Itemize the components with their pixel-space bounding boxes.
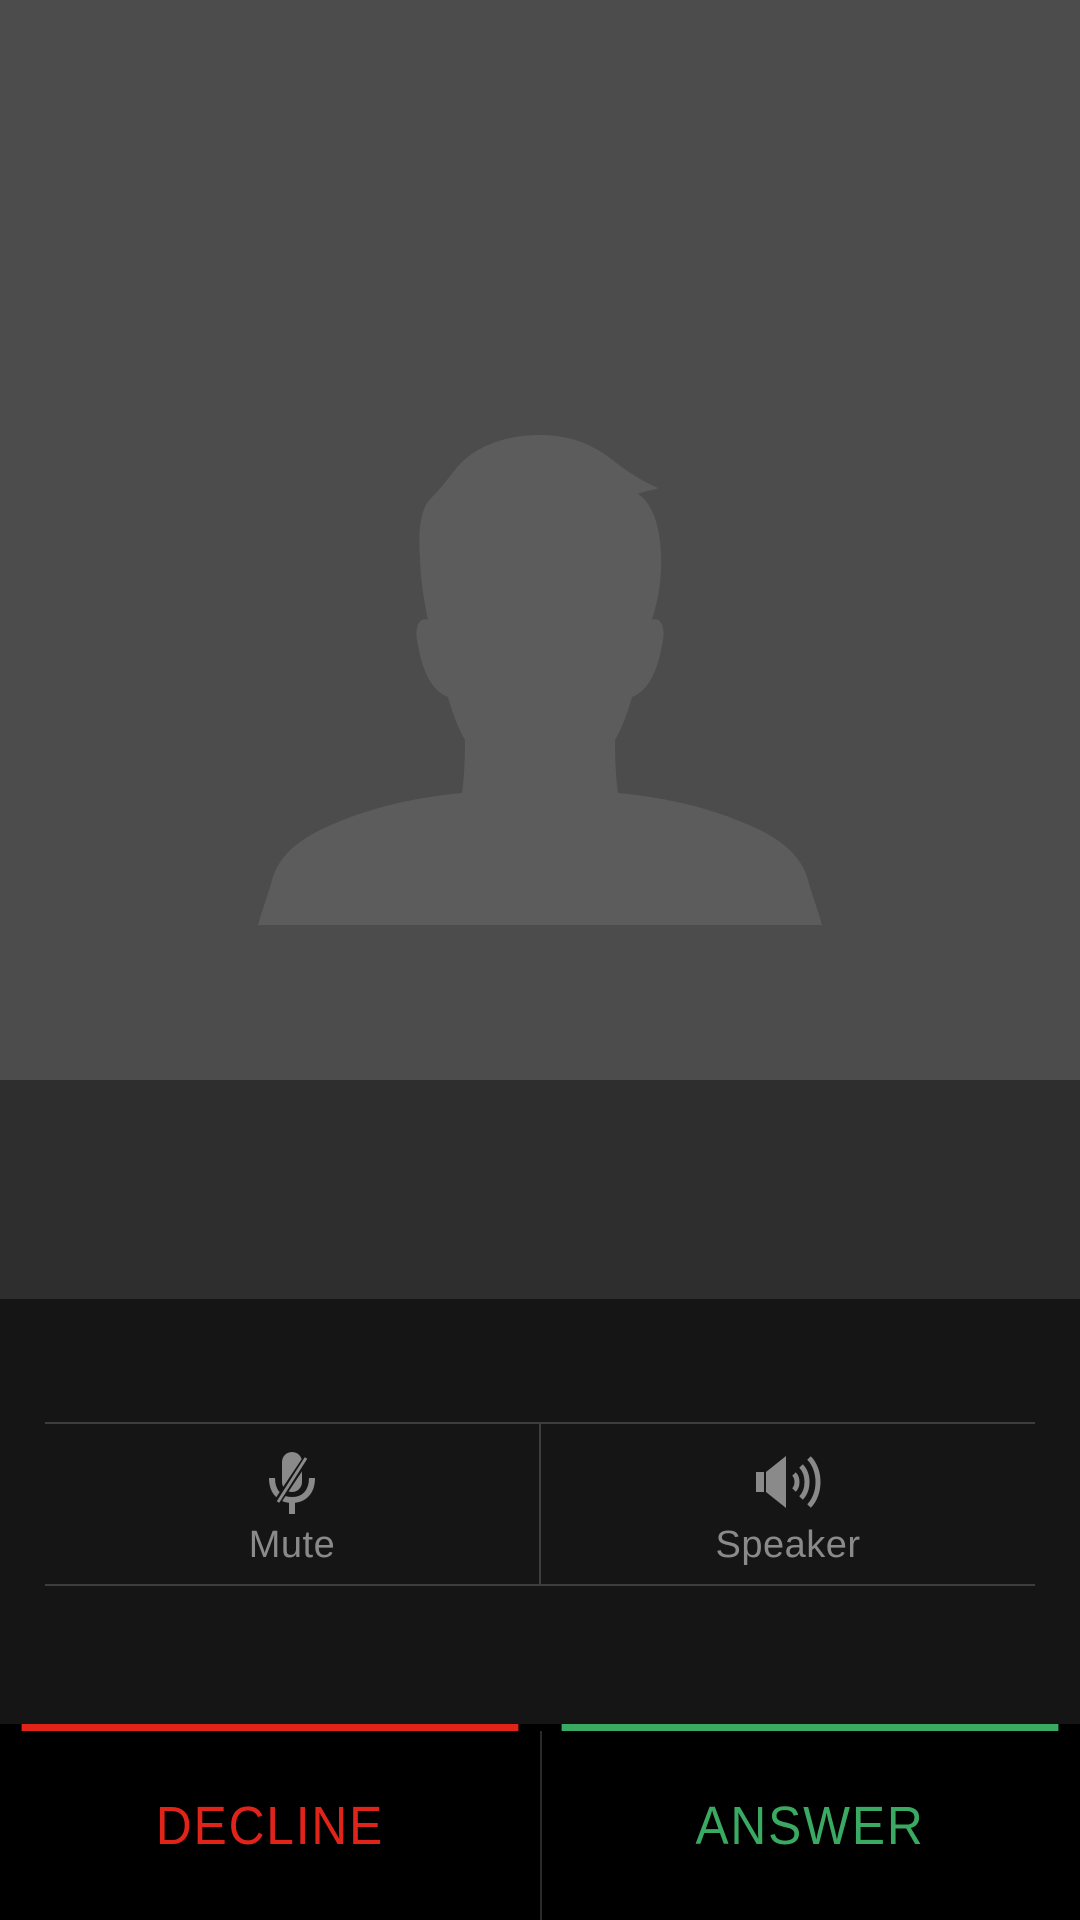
person-silhouette-icon (258, 435, 822, 925)
call-controls: Mute Speaker (45, 1422, 1035, 1586)
answer-button[interactable]: ANSWER (561, 1724, 1059, 1920)
decline-button[interactable]: DECLINE (21, 1724, 519, 1920)
caller-photo (0, 0, 1080, 1080)
mic-off-icon (269, 1452, 315, 1514)
mute-button[interactable]: Mute (45, 1424, 539, 1584)
speaker-button[interactable]: Speaker (539, 1424, 1035, 1584)
volume-up-icon (756, 1456, 821, 1508)
speaker-label: Speaker (715, 1524, 861, 1566)
actions-divider (540, 1731, 542, 1920)
caller-info-band (0, 1080, 1080, 1299)
mute-label: Mute (248, 1524, 336, 1566)
